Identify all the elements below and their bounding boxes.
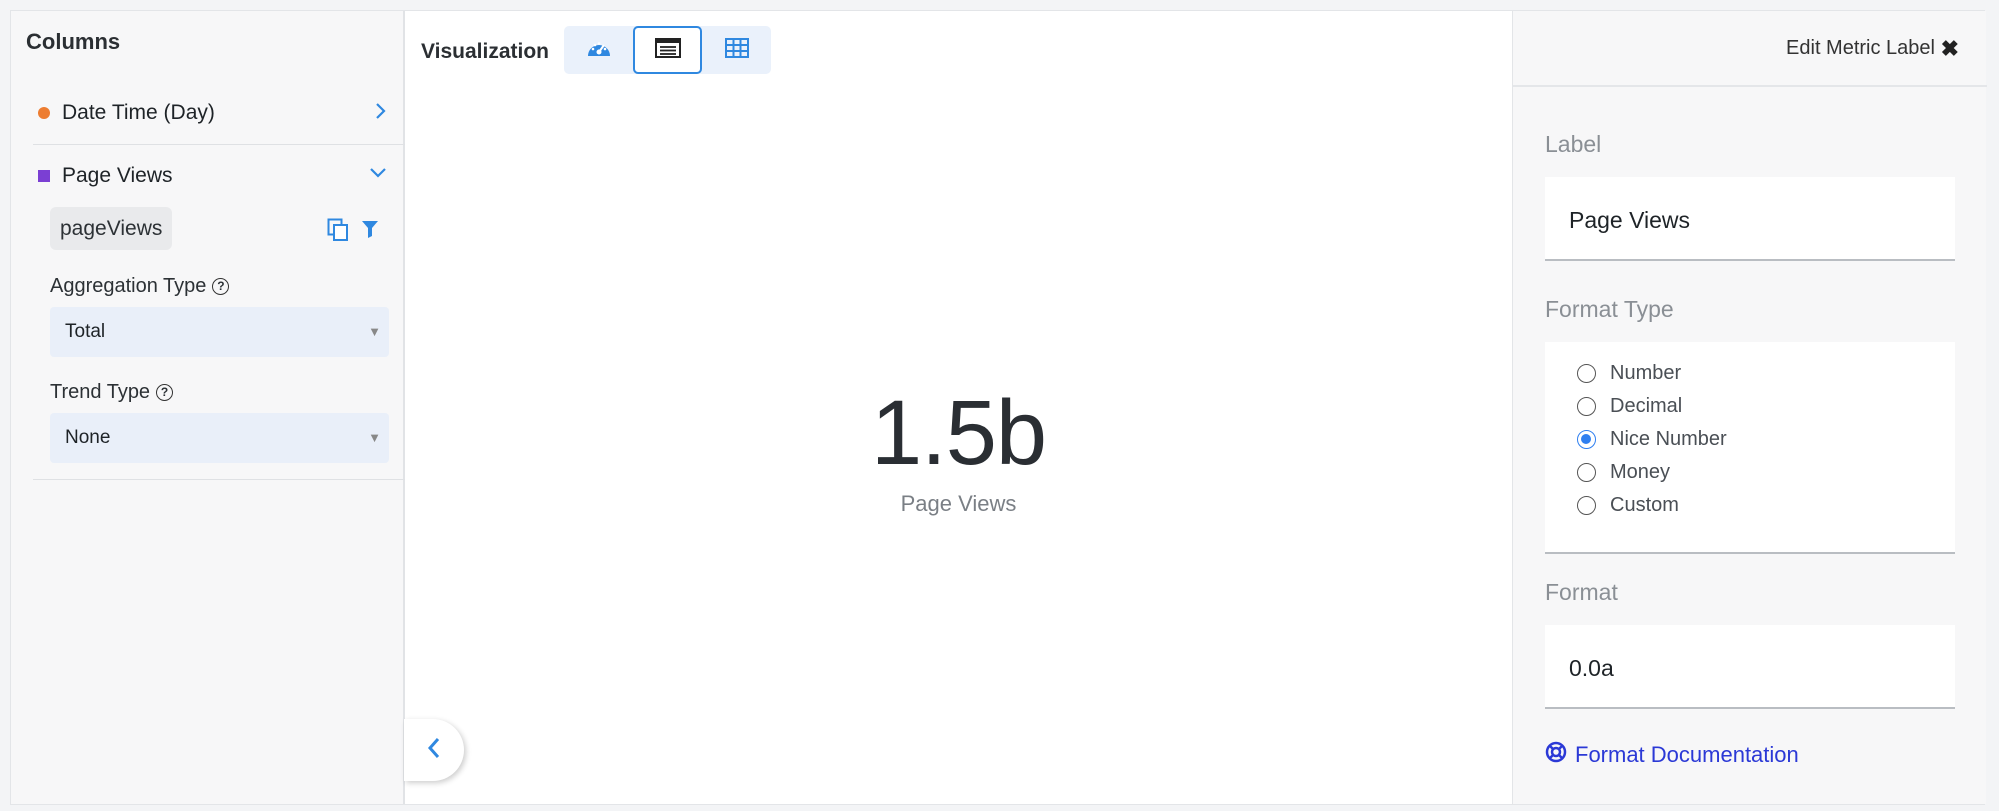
format-option-money[interactable]: Money: [1577, 457, 1670, 487]
visualization-title: Visualization: [421, 40, 549, 63]
column-item-page-views[interactable]: Page Views pageViews Aggregation Type? T…: [33, 145, 405, 480]
chevron-down-icon[interactable]: [369, 163, 387, 184]
radio-button[interactable]: [1577, 462, 1596, 482]
help-icon[interactable]: ?: [156, 384, 174, 401]
panel-title: Edit Metric Label: [1786, 37, 1935, 59]
metric-icon: [654, 37, 681, 63]
gauge-icon: [585, 37, 613, 64]
copy-icon[interactable]: [327, 218, 349, 242]
lifebuoy-icon: [1545, 741, 1567, 769]
chevron-right-icon[interactable]: [375, 102, 387, 125]
radio-button[interactable]: [1577, 363, 1596, 383]
aggregation-type-select[interactable]: Total ▼: [50, 307, 389, 357]
radio-button[interactable]: [1577, 396, 1596, 416]
dimension-dot-icon: [38, 107, 50, 119]
panel-header: Edit Metric Label ✖: [1513, 11, 1987, 87]
help-icon[interactable]: ?: [212, 278, 230, 295]
format-heading: Format: [1545, 579, 1618, 605]
metric-label: Page Views: [900, 491, 1017, 516]
table-button[interactable]: [702, 26, 771, 74]
columns-panel: Columns Date Time (Day) Page Views pageV…: [11, 11, 405, 804]
format-option-decimal[interactable]: Decimal: [1577, 391, 1682, 421]
format-type-radio-group: Number Decimal Nice Number Money Custom: [1545, 342, 1955, 554]
trend-type-select[interactable]: None ▼: [50, 413, 389, 463]
field-chip[interactable]: pageViews: [50, 207, 173, 250]
metric-square-icon: [38, 170, 50, 182]
chevron-left-icon: [427, 737, 441, 764]
aggregation-type-label: Aggregation Type?: [50, 275, 230, 298]
format-option-nice-number[interactable]: Nice Number: [1577, 424, 1727, 454]
metric-value: 1.5b: [870, 382, 1047, 484]
format-option-number[interactable]: Number: [1577, 358, 1681, 388]
table-icon: [724, 37, 749, 63]
collapse-panel-button[interactable]: [404, 719, 464, 781]
label-heading: Label: [1545, 131, 1602, 157]
metric-button[interactable]: [633, 26, 702, 74]
format-documentation-link[interactable]: Format Documentation: [1545, 741, 1799, 769]
column-item-date-time[interactable]: Date Time (Day): [33, 77, 405, 145]
format-input[interactable]: 0.0a: [1545, 625, 1955, 709]
format-type-heading: Format Type: [1545, 296, 1674, 322]
column-label: Date Time (Day): [62, 101, 215, 124]
app-frame: Columns Date Time (Day) Page Views pageV…: [10, 10, 1987, 805]
gauge-chart-button[interactable]: [564, 26, 633, 74]
caret-down-icon: ▼: [368, 430, 381, 445]
label-input[interactable]: Page Views: [1545, 177, 1955, 261]
caret-down-icon: ▼: [368, 324, 381, 339]
edit-metric-panel: Edit Metric Label ✖ Label Page Views For…: [1512, 11, 1987, 804]
radio-button-checked[interactable]: [1577, 429, 1596, 449]
column-label: Page Views: [62, 164, 173, 187]
columns-title: Columns: [26, 29, 121, 54]
trend-type-label: Trend Type?: [50, 381, 174, 404]
filter-icon[interactable]: [361, 219, 379, 239]
format-option-custom[interactable]: Custom: [1577, 490, 1679, 520]
radio-button[interactable]: [1577, 495, 1596, 515]
visualization-type-group: [564, 26, 771, 74]
visualization-area: Visualization 1.5b Page Views: [404, 11, 1512, 804]
close-icon[interactable]: ✖: [1941, 36, 1959, 62]
